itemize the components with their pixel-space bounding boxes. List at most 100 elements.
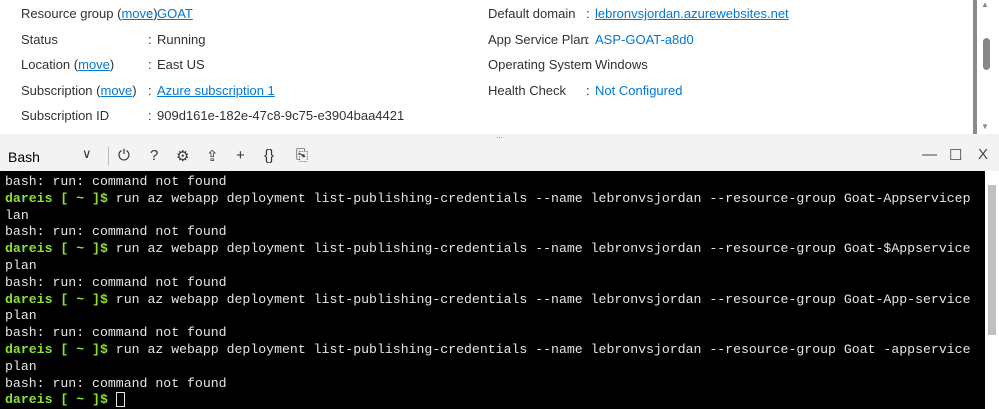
terminal-line: dareis [ ~ ]$ run az webapp deployment l… <box>5 342 999 359</box>
field-label: Health Check <box>488 82 567 98</box>
field-value-link[interactable]: Not Configured <box>595 83 682 98</box>
terminal-line: plan <box>5 258 999 275</box>
splitter-handle[interactable]: ... <box>496 131 503 140</box>
essentials-row: Health Check: Not Configured <box>488 83 968 101</box>
terminal-line: bash: run: command not found <box>5 174 999 191</box>
field-value-link[interactable]: Azure subscription 1 <box>157 83 275 98</box>
terminal-text: run az webapp deployment list-publishing… <box>115 341 971 357</box>
field-value-link[interactable]: ASP-GOAT-a8d0 <box>595 32 694 47</box>
terminal-text: bash: run: command not found <box>5 325 227 341</box>
terminal-line: bash: run: command not found <box>5 224 999 241</box>
essentials-row: Operating System: Windows <box>488 57 968 75</box>
terminal-text: bash: run: command not found <box>5 174 227 189</box>
terminal-prompt: dareis [ ~ ]$ <box>5 341 116 357</box>
terminal-line: bash: run: command not found <box>5 275 999 292</box>
move-link[interactable]: move <box>78 57 110 72</box>
upload-download-icon[interactable]: ⇪ <box>206 147 219 165</box>
colon-separator: : <box>148 6 152 21</box>
move-link[interactable]: move <box>101 83 133 98</box>
colon-separator: : <box>148 82 152 98</box>
essentials-panel: Resource group (move): GOAT Status: Running… <box>0 0 999 134</box>
terminal-text: bash: run: command not found <box>5 274 227 290</box>
terminal-text: plan <box>5 308 37 324</box>
terminal-text: bash: run: command not found <box>5 375 227 391</box>
field-label: Status <box>21 32 58 47</box>
field-label: Subscription (move) <box>21 82 137 98</box>
essentials-row: Status: Running <box>21 32 461 50</box>
label-text: Subscription <box>21 82 93 98</box>
terminal-line: dareis [ ~ ]$ run az webapp deployment l… <box>5 241 999 258</box>
field-value: Running <box>157 31 206 47</box>
scrollbar-thumb[interactable] <box>983 38 990 70</box>
field-label: App Service Plan <box>488 31 588 47</box>
terminal-prompt: dareis [ ~ ]$ <box>5 241 116 257</box>
terminal-line: bash: run: command not found <box>5 325 999 342</box>
field-label: Location (move) <box>21 57 115 72</box>
terminal-line: dareis [ ~ ]$ run az webapp deployment l… <box>5 191 999 208</box>
label-text: Resource group <box>21 6 114 21</box>
colon-separator: : <box>586 57 590 72</box>
colon-separator: : <box>148 108 152 123</box>
field-value: 909d161e-182e-47c8-9c75-e3904baa4421 <box>157 108 405 123</box>
terminal-prompt: dareis [ ~ ]$ <box>5 392 116 408</box>
essentials-row: Subscription (move): Azure subscription 1 <box>21 83 461 101</box>
essentials-row: Default domain: lebronvsjordan.azurewebsi… <box>488 6 968 24</box>
settings-icon[interactable]: ⚙ <box>176 147 189 165</box>
essentials-row: App Service Plan: ASP-GOAT-a8d0 <box>488 32 968 50</box>
power-icon[interactable]: ⏻ <box>118 147 130 164</box>
scroll-up-icon[interactable]: ▲ <box>981 0 989 9</box>
terminal-text: plan <box>5 257 37 273</box>
shell-selector[interactable]: Bash <box>8 149 40 165</box>
terminal-line: bash: run: command not found <box>5 376 999 393</box>
essentials-row: Resource group (move): GOAT <box>21 6 461 24</box>
field-value: East US <box>157 57 205 72</box>
minimize-icon[interactable]: — <box>922 146 937 163</box>
terminal-line: plan <box>5 308 999 325</box>
field-label: Operating System <box>488 57 593 72</box>
divider <box>108 147 109 166</box>
colon-separator: : <box>586 82 590 98</box>
terminal-scrollbar[interactable] <box>985 171 999 409</box>
terminal-prompt: dareis [ ~ ]$ <box>5 291 116 307</box>
terminal-prompt: dareis [ ~ ]$ <box>5 190 116 206</box>
terminal-cursor[interactable] <box>115 392 125 408</box>
terminal-text: run az webapp deployment list-publishing… <box>115 241 971 257</box>
colon-separator: : <box>586 31 590 47</box>
panel-scrollbar[interactable]: ▲ ▼ <box>973 0 999 134</box>
label-text: Location <box>21 57 71 72</box>
colon-separator: : <box>148 31 152 47</box>
field-value-link[interactable]: GOAT <box>157 6 193 21</box>
web-preview-icon[interactable]: ⎘ <box>296 147 308 164</box>
essentials-row: Subscription ID:909d161e-182e-47c8-9c75-… <box>21 108 461 126</box>
pane-splitter[interactable]: ... <box>0 131 999 142</box>
terminal-line: dareis [ ~ ]$ <box>5 392 999 409</box>
label-text: Status <box>21 31 58 47</box>
terminal-text: run az webapp deployment list-publishing… <box>115 291 971 307</box>
terminal-line: dareis [ ~ ]$ run az webapp deployment l… <box>5 292 999 309</box>
editor-icon[interactable]: {} <box>264 147 274 164</box>
terminal-line: plan <box>5 359 999 376</box>
help-icon[interactable]: ? <box>150 147 158 164</box>
cloud-shell-toolbar: Bash ∨ ⏻ ? ⚙ ⇪ + {} ⎘ — ☐ X <box>0 142 999 171</box>
terminal-text: plan <box>5 358 37 374</box>
essentials-row: Location (move): East US <box>21 57 461 75</box>
colon-separator: : <box>586 6 590 21</box>
label-text: Subscription ID <box>21 108 110 123</box>
field-label: Resource group (move) <box>21 6 158 21</box>
terminal[interactable]: bash: run: command not found dareis [ ~ ]… <box>0 171 999 409</box>
terminal-text: bash: run: command not found <box>5 224 227 240</box>
close-icon[interactable]: X <box>978 146 988 163</box>
scroll-down-icon[interactable]: ▼ <box>981 122 989 131</box>
maximize-icon[interactable]: ☐ <box>949 146 962 164</box>
colon-separator: : <box>148 57 152 72</box>
chevron-down-icon[interactable]: ∨ <box>82 146 92 162</box>
scrollbar-thumb[interactable] <box>988 185 996 335</box>
field-value: Windows <box>595 57 648 72</box>
field-value-link[interactable]: lebronvsjordan.azurewebsites.net <box>595 6 789 21</box>
field-label: Subscription ID <box>21 108 109 123</box>
terminal-text: run az webapp deployment list-publishing… <box>115 190 971 206</box>
field-label: Default domain <box>488 6 576 21</box>
terminal-line: lan <box>5 208 999 225</box>
new-session-icon[interactable]: + <box>236 147 245 164</box>
terminal-text: lan <box>5 207 29 223</box>
